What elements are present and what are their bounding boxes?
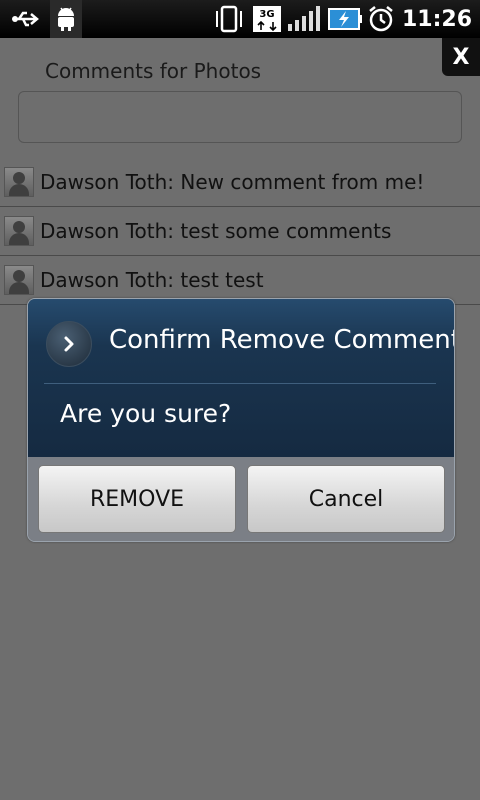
3g-icon: 3G — [252, 0, 282, 38]
comment-text: Dawson Toth: New comment from me! — [40, 170, 425, 194]
list-item[interactable]: Dawson Toth: test some comments — [0, 207, 480, 256]
dialog-title: Confirm Remove Comment — [109, 325, 455, 355]
cancel-button[interactable]: Cancel — [247, 465, 445, 533]
alarm-icon — [366, 0, 396, 38]
comment-text: Dawson Toth: test some comments — [40, 219, 392, 243]
dialog-button-bar: REMOVE Cancel — [28, 457, 454, 541]
dialog-header: Confirm Remove Comment Are you sure? — [28, 299, 454, 457]
confirm-dialog: Confirm Remove Comment Are you sure? REM… — [27, 298, 455, 542]
svg-text:3G: 3G — [259, 9, 274, 20]
status-time: 11:26 — [401, 6, 472, 32]
battery-charging-icon — [328, 0, 362, 38]
status-bar: 3G 11:26 — [0, 0, 480, 38]
avatar-icon — [4, 265, 34, 295]
avatar-icon — [4, 167, 34, 197]
dialog-divider — [44, 383, 436, 384]
comments-title: Comments for Photos — [45, 59, 262, 83]
dialog-message: Are you sure? — [60, 399, 232, 428]
close-button[interactable]: X — [442, 38, 480, 76]
android-debug-icon — [50, 0, 82, 38]
comment-text: Dawson Toth: test test — [40, 268, 264, 292]
vibrate-icon — [212, 0, 246, 38]
signal-icon — [286, 0, 324, 38]
remove-button[interactable]: REMOVE — [38, 465, 236, 533]
list-item[interactable]: Dawson Toth: New comment from me! — [0, 158, 480, 207]
avatar-icon — [4, 216, 34, 246]
usb-icon — [8, 0, 44, 38]
comment-input[interactable] — [18, 91, 462, 143]
chevron-right-icon — [46, 321, 92, 367]
